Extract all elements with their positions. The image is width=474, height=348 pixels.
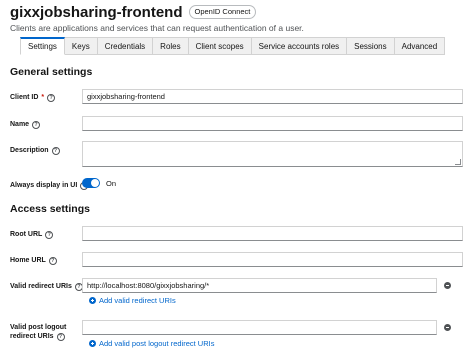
- always-display-toggle[interactable]: [82, 178, 100, 188]
- tab-credentials[interactable]: Credentials: [97, 37, 154, 55]
- post-logout-label-line1: Valid post logout: [10, 324, 67, 331]
- always-display-label-text: Always display in UI: [10, 182, 78, 189]
- post-logout-label: Valid post logout redirect URIs ?: [10, 323, 66, 341]
- page-header: gixxjobsharing-frontend OpenID Connect C…: [10, 2, 474, 34]
- help-icon[interactable]: ?: [32, 120, 41, 129]
- page-title: gixxjobsharing-frontend: [10, 3, 183, 21]
- add-redirect-uri-text: Add valid redirect URIs: [99, 296, 176, 305]
- tab-roles[interactable]: Roles: [153, 37, 189, 55]
- redirect-uris-label: Valid redirect URIs ?: [10, 282, 83, 291]
- tab-sessions[interactable]: Sessions: [347, 37, 395, 55]
- post-logout-uri-input[interactable]: [82, 320, 437, 335]
- access-settings-heading: Access settings: [10, 203, 90, 215]
- name-label: Name ?: [10, 120, 41, 129]
- client-id-label: Client ID * ?: [10, 93, 56, 102]
- help-icon[interactable]: ?: [47, 93, 56, 102]
- toggle-knob: [91, 179, 99, 187]
- description-textarea[interactable]: [82, 141, 463, 167]
- name-label-text: Name: [10, 121, 30, 128]
- plus-circle-icon: [89, 297, 96, 304]
- page-subtitle: Clients are applications and services th…: [10, 23, 304, 33]
- tab-service-accounts-roles[interactable]: Service accounts roles: [251, 37, 348, 55]
- add-redirect-uri-link[interactable]: Add valid redirect URIs: [89, 296, 176, 305]
- client-id-input[interactable]: gixxjobsharing-frontend: [82, 89, 463, 104]
- redirect-uris-label-text: Valid redirect URIs: [10, 283, 72, 290]
- plus-circle-icon: [89, 340, 96, 347]
- help-icon[interactable]: ?: [51, 146, 60, 155]
- root-url-input[interactable]: [82, 226, 463, 241]
- root-url-label: Root URL ?: [10, 230, 54, 239]
- help-icon[interactable]: ?: [48, 256, 57, 265]
- home-url-input[interactable]: [82, 252, 463, 267]
- home-url-label-text: Home URL: [10, 257, 46, 264]
- tab-bar: Settings Keys Credentials Roles Client s…: [20, 37, 446, 55]
- help-icon[interactable]: ?: [45, 230, 54, 239]
- toggle-state-label: On: [106, 179, 117, 188]
- tab-client-scopes[interactable]: Client scopes: [188, 37, 252, 55]
- remove-redirect-uri-icon[interactable]: [444, 282, 451, 289]
- help-icon[interactable]: ?: [56, 332, 65, 341]
- tab-keys[interactable]: Keys: [64, 37, 98, 55]
- redirect-uri-input[interactable]: http://localhost:8080/gixxjobsharing/*: [82, 278, 437, 293]
- tab-advanced[interactable]: Advanced: [394, 37, 446, 55]
- resize-handle-icon[interactable]: [455, 159, 461, 165]
- description-label-text: Description: [10, 147, 49, 154]
- name-input[interactable]: [82, 116, 463, 131]
- description-label: Description ?: [10, 146, 60, 155]
- remove-post-logout-uri-icon[interactable]: [444, 324, 451, 331]
- client-id-label-text: Client ID: [10, 94, 39, 101]
- root-url-label-text: Root URL: [10, 231, 43, 238]
- always-display-label: Always display in UI ?: [10, 181, 89, 190]
- protocol-badge: OpenID Connect: [188, 5, 257, 19]
- general-settings-heading: General settings: [10, 66, 93, 78]
- home-url-label: Home URL ?: [10, 256, 57, 265]
- post-logout-label-line2: redirect URIs: [10, 333, 54, 340]
- tab-settings[interactable]: Settings: [20, 37, 65, 55]
- required-asterisk: *: [41, 94, 45, 101]
